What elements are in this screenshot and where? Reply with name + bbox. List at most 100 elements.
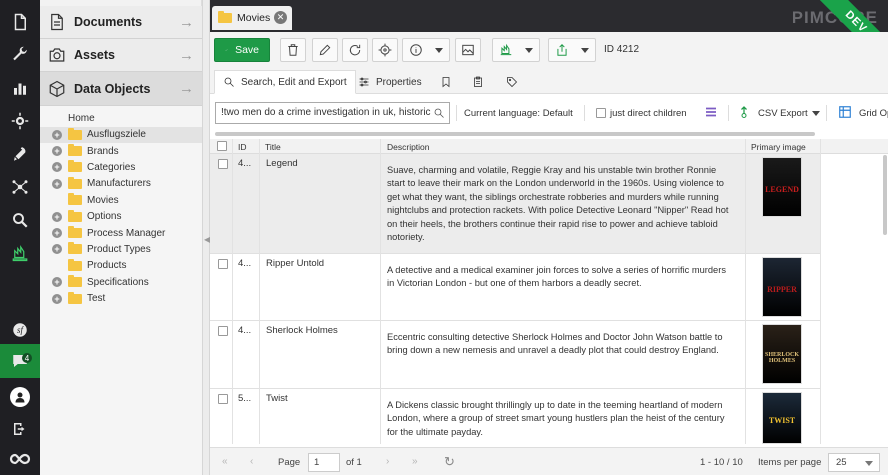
table-row[interactable]: 4... Ripper Untold A detective and a medic… <box>210 254 820 321</box>
info-dropdown-button[interactable] <box>402 38 450 62</box>
chat-icon[interactable]: 4 <box>0 344 40 378</box>
save-button[interactable]: Save <box>214 38 270 62</box>
movie-poster-image[interactable]: RIPPER <box>762 257 802 317</box>
refresh-icon[interactable]: ↻ <box>444 454 455 470</box>
tree-node[interactable]: + Process Manager <box>40 225 202 241</box>
expand-icon[interactable]: + <box>52 129 62 140</box>
grid-search-input[interactable]: !two men do a crime investigation in uk,… <box>215 102 450 124</box>
rename-button[interactable] <box>312 38 338 62</box>
search-icon[interactable] <box>433 107 445 122</box>
grid-options-icon[interactable] <box>838 105 852 119</box>
last-page-icon[interactable]: » <box>412 456 418 467</box>
tab-notes[interactable] <box>464 70 498 94</box>
row-checkbox[interactable] <box>218 159 228 169</box>
reload-icon <box>349 44 361 56</box>
accordion-documents[interactable]: Documents → <box>40 6 202 39</box>
tree-node-label: Home <box>68 112 95 124</box>
tab-movies[interactable]: Movies ✕ <box>212 6 292 30</box>
column-header-primary-image[interactable]: Primary image <box>751 142 806 152</box>
user-icon[interactable] <box>0 381 40 413</box>
marketing-icon[interactable] <box>0 138 40 170</box>
tree-node-home[interactable]: Home <box>40 110 202 126</box>
folder-icon <box>68 127 82 140</box>
export-icon[interactable] <box>738 105 750 119</box>
items-per-page-select[interactable]: 25 <box>828 453 880 472</box>
movie-poster-image[interactable]: LEGEND <box>762 157 802 217</box>
row-checkbox[interactable] <box>218 259 228 269</box>
row-id: 4... <box>238 325 252 336</box>
chevron-down-icon <box>865 461 873 466</box>
expand-icon[interactable]: + <box>52 162 62 173</box>
row-checkbox[interactable] <box>218 326 228 336</box>
expand-icon[interactable]: + <box>52 228 62 239</box>
chevron-down-icon[interactable] <box>812 111 820 116</box>
accordion-assets[interactable]: Assets → <box>40 39 202 72</box>
tree-node[interactable]: + Specifications <box>40 274 202 290</box>
just-direct-children-checkbox[interactable] <box>596 108 606 118</box>
tree-node[interactable]: + Options <box>40 209 202 225</box>
datahub-dropdown-button[interactable] <box>492 38 540 62</box>
expand-icon[interactable]: + <box>52 277 62 288</box>
page-number-input[interactable]: 1 <box>308 453 340 472</box>
next-page-icon[interactable]: › <box>386 456 389 467</box>
tree-node[interactable]: Movies <box>40 192 202 208</box>
tree-node[interactable]: Products <box>40 258 202 274</box>
object-tree: Home + Ausflugsziele + Brands + Categories + Ma… <box>40 106 202 475</box>
select-all-checkbox[interactable] <box>217 141 227 151</box>
accordion-data-objects-label: Data Objects <box>74 81 151 96</box>
show-in-tree-button[interactable] <box>372 38 398 62</box>
gear-icon[interactable] <box>0 105 40 137</box>
pimcore-logo-icon[interactable] <box>0 443 40 475</box>
column-header-title[interactable]: Title <box>265 142 281 152</box>
row-checkbox[interactable] <box>218 394 228 404</box>
delete-button[interactable] <box>280 38 306 62</box>
prev-page-icon[interactable]: ‹ <box>250 456 253 467</box>
horizontal-scrollbar[interactable] <box>215 132 815 136</box>
row-id: 5... <box>238 393 252 404</box>
tree-node[interactable]: + Manufacturers <box>40 176 202 192</box>
reload-button[interactable] <box>342 38 368 62</box>
tab-dependencies[interactable] <box>432 70 466 94</box>
expand-icon[interactable]: + <box>52 146 62 157</box>
editor-tab-bar: Movies ✕ <box>210 0 888 32</box>
datahub-icon[interactable] <box>0 237 40 269</box>
wrench-icon[interactable] <box>0 39 40 71</box>
chevron-down-icon <box>435 47 443 53</box>
expand-icon[interactable]: + <box>52 211 62 222</box>
panel-splitter[interactable]: ◀ <box>202 0 210 475</box>
bar-chart-icon[interactable] <box>0 72 40 104</box>
publish-dropdown-button[interactable] <box>548 38 596 62</box>
column-header-id[interactable]: ID <box>238 142 247 152</box>
tree-node[interactable]: + Ausflugsziele <box>40 126 202 143</box>
tab-tags[interactable] <box>498 70 532 94</box>
vertical-scrollbar[interactable] <box>883 155 887 235</box>
tree-node[interactable]: + Brands <box>40 143 202 159</box>
csv-export-button[interactable]: CSV Export <box>758 108 808 119</box>
accordion-data-objects[interactable]: Data Objects → <box>40 72 202 106</box>
movie-poster-image[interactable]: SHERLOCK HOLMES <box>762 324 802 384</box>
file-icon[interactable] <box>0 6 40 38</box>
tree-node[interactable]: + Categories <box>40 159 202 175</box>
expand-icon[interactable]: + <box>52 293 62 304</box>
table-row[interactable]: 5... Twist A Dickens classic brought thril… <box>210 389 820 444</box>
tab-properties[interactable]: Properties <box>350 70 430 94</box>
network-icon[interactable] <box>0 171 40 203</box>
movie-poster-image[interactable]: TWIST <box>762 392 802 444</box>
first-page-icon[interactable]: « <box>222 456 228 467</box>
table-row[interactable]: 4... Sherlock Holmes Eccentric consulting … <box>210 321 820 389</box>
close-icon[interactable]: ✕ <box>274 11 287 24</box>
grid-config-icon[interactable] <box>704 106 718 118</box>
image-button[interactable] <box>455 38 481 62</box>
table-row[interactable]: 4... Legend Suave, charming and volatile, … <box>210 154 820 254</box>
expand-icon[interactable]: + <box>52 178 62 189</box>
column-header-description[interactable]: Description <box>387 142 430 152</box>
grid-options-button[interactable]: Grid Op <box>859 108 888 119</box>
notification-badge: 4 <box>22 353 32 363</box>
tree-node[interactable]: + Test <box>40 291 202 307</box>
symfony-icon[interactable]: sf <box>0 314 40 346</box>
expand-icon[interactable]: + <box>52 244 62 255</box>
tab-search-edit-export[interactable]: Search, Edit and Export <box>214 70 356 94</box>
tree-node[interactable]: + Product Types <box>40 241 202 257</box>
search-icon[interactable] <box>0 204 40 236</box>
logout-icon[interactable] <box>0 413 40 445</box>
